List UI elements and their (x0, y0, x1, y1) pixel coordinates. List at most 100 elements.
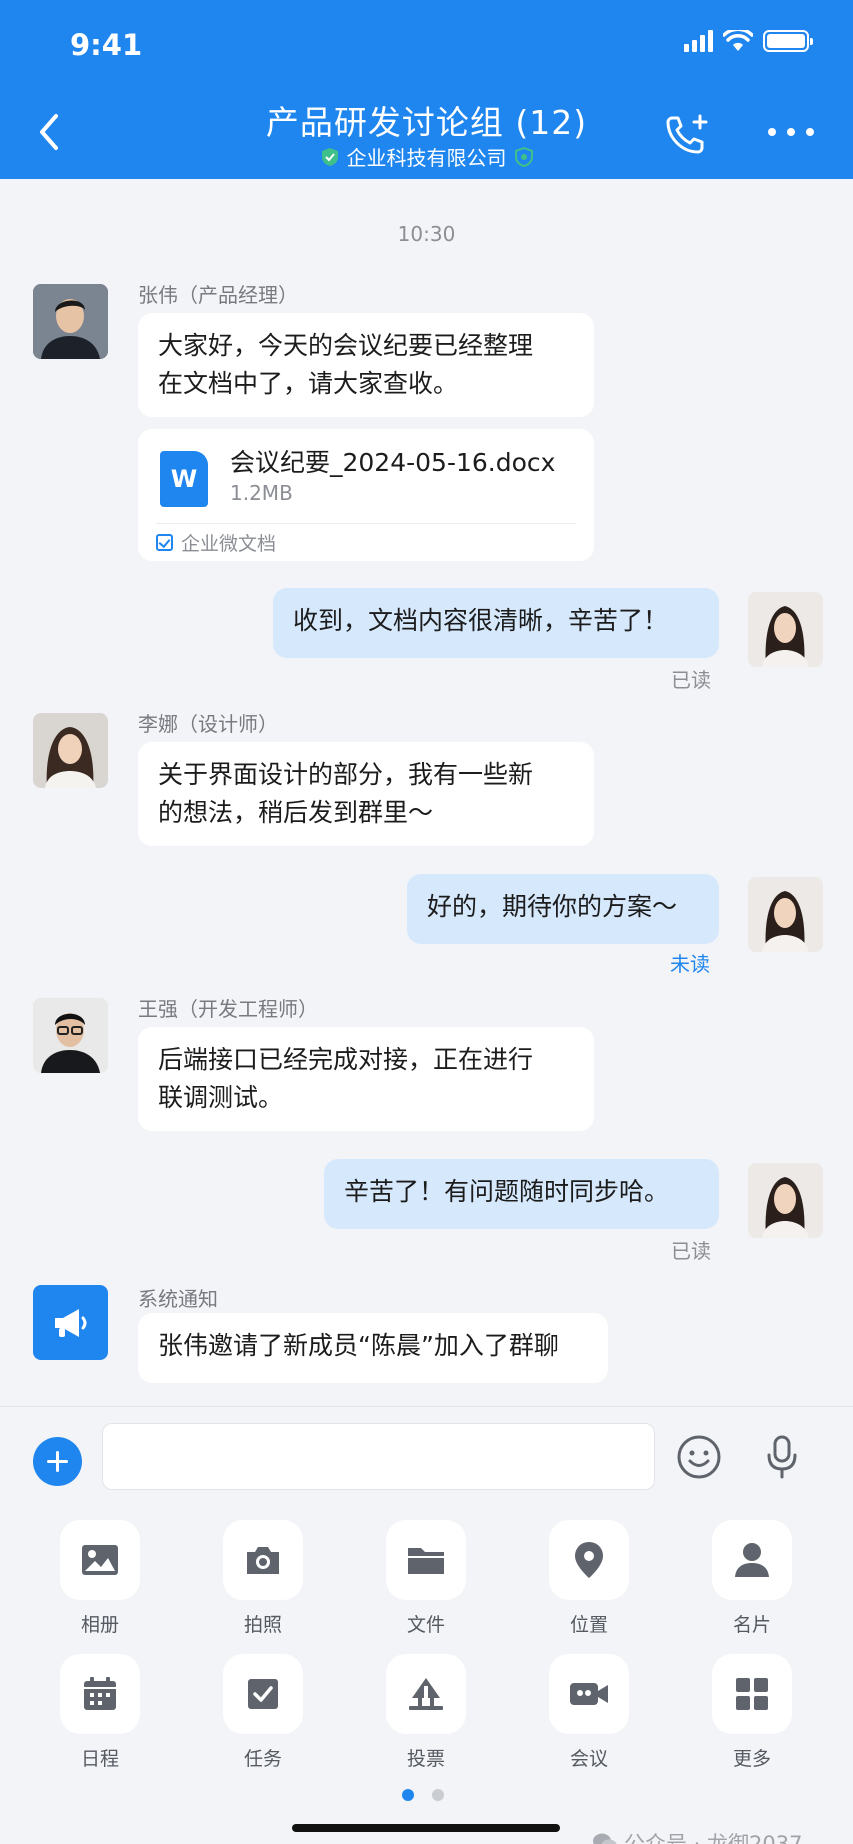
tool-tile (549, 1654, 629, 1734)
file-source: 企业微文档 (156, 529, 276, 556)
my-avatar[interactable] (748, 1163, 823, 1238)
tool-more[interactable]: 更多 (692, 1654, 812, 1771)
message-text: 联调测试。 (158, 1083, 284, 1112)
tool-contact-card[interactable]: 名片 (692, 1520, 812, 1637)
outgoing-message-bubble[interactable]: 收到，文档内容很清晰，辛苦了！ (273, 588, 719, 658)
page-indicator (402, 1789, 444, 1801)
watermark: 公众号 · 龙御2037 (592, 1828, 802, 1844)
add-attachment-button[interactable] (33, 1437, 82, 1486)
read-status: 已读 (671, 1239, 711, 1263)
group-subtitle: 企业科技有限公司 (0, 142, 853, 171)
message-time-label: 10:30 (397, 222, 456, 246)
dot-icon (806, 128, 814, 136)
tool-file[interactable]: 文件 (366, 1520, 486, 1637)
message-text: 好的，期待你的方案～ (427, 892, 678, 921)
dot-icon (787, 128, 795, 136)
message-input-bar (0, 1406, 853, 1506)
tool-tile (549, 1520, 629, 1600)
tool-label: 相册 (80, 1614, 119, 1636)
word-file-icon: W (160, 451, 208, 507)
message-bubble[interactable]: 关于界面设计的部分，我有一些新 的想法，稍后发到群里～ (138, 742, 594, 846)
message-text: 的想法，稍后发到群里～ (158, 798, 434, 827)
tool-label: 名片 (732, 1614, 771, 1636)
message-bubble[interactable]: 后端接口已经完成对接，正在进行 联调测试。 (138, 1027, 594, 1131)
person-avatar-icon (33, 284, 108, 359)
verified-shield-icon (321, 147, 338, 166)
voice-input-button[interactable] (762, 1433, 802, 1481)
organization-name: 企业科技有限公司 (346, 146, 507, 170)
add-call-button[interactable] (664, 112, 712, 158)
system-message-bubble: 张伟邀请了新成员“陈晨”加入了群聊 (138, 1313, 608, 1383)
file-name: 会议纪要_2024-05-16.docx (230, 448, 556, 477)
tool-label: 更多 (732, 1748, 771, 1770)
wifi-icon (723, 30, 753, 51)
tool-label: 任务 (243, 1748, 282, 1770)
tool-label: 拍照 (243, 1614, 282, 1636)
tool-label: 日程 (80, 1748, 119, 1770)
tool-task[interactable]: 任务 (203, 1654, 323, 1771)
outgoing-message-bubble[interactable]: 好的，期待你的方案～ (407, 874, 719, 944)
tool-tile (712, 1520, 792, 1600)
photo-album-icon (82, 1545, 118, 1575)
file-attachment-card[interactable]: W 会议纪要_2024-05-16.docx 1.2MB 企业微文档 (138, 429, 594, 561)
folder-icon (408, 1548, 444, 1574)
dot-icon (768, 128, 776, 136)
divider (156, 523, 576, 524)
more-grid-icon (736, 1678, 768, 1710)
avatar-wang-qiang[interactable] (33, 998, 108, 1073)
sender-name: 张伟（产品经理） (138, 283, 298, 307)
tool-tile (386, 1520, 466, 1600)
message-bubble[interactable]: 大家好，今天的会议纪要已经整理 在文档中了，请大家查收。 (138, 313, 594, 417)
outgoing-message-bubble[interactable]: 辛苦了！有问题随时同步哈。 (324, 1159, 719, 1229)
tool-location[interactable]: 位置 (529, 1520, 649, 1637)
message-text: 关于界面设计的部分，我有一些新 (158, 760, 534, 789)
tool-vote[interactable]: 投票 (366, 1654, 486, 1771)
sender-name: 李娜（设计师） (138, 712, 278, 736)
tool-tile (386, 1654, 466, 1734)
file-size: 1.2MB (230, 481, 293, 505)
function-panel: 相册 拍照 文件 位置 名片 日程 任务 投票 会议 更多 (0, 1506, 853, 1844)
battery-icon (763, 30, 813, 52)
verified-badge-icon (514, 146, 533, 167)
status-icons (684, 30, 813, 52)
contact-card-icon (735, 1543, 769, 1577)
avatar-li-na[interactable] (33, 713, 108, 788)
emoji-button[interactable] (676, 1434, 722, 1480)
more-options-button[interactable] (768, 122, 814, 142)
page-title: 产品研发讨论组 (12) (265, 103, 588, 142)
tool-meeting[interactable]: 会议 (529, 1654, 649, 1771)
watermark-text: 公众号 · 龙御2037 (624, 1832, 803, 1844)
message-text: 大家好，今天的会议纪要已经整理 (158, 331, 534, 360)
page-dot-active[interactable] (402, 1789, 414, 1801)
person-avatar-icon (748, 877, 823, 952)
person-avatar-icon (33, 998, 108, 1073)
tool-tile (60, 1654, 140, 1734)
chat-header: 9:41 产品研发讨论组 (12) 企业科技有限公司 (0, 0, 853, 179)
tool-tile (223, 1520, 303, 1600)
tool-label: 位置 (569, 1614, 608, 1636)
read-status: 已读 (671, 668, 711, 692)
tool-calendar[interactable]: 日程 (40, 1654, 160, 1771)
avatar-zhang-wei[interactable] (33, 284, 108, 359)
vote-icon (409, 1678, 443, 1710)
tool-label: 投票 (406, 1748, 445, 1770)
video-meeting-icon (570, 1683, 608, 1705)
person-avatar-icon (748, 1163, 823, 1238)
page-dot[interactable] (432, 1789, 444, 1801)
person-avatar-icon (33, 713, 108, 788)
message-text: 张伟邀请了新成员“陈晨”加入了群聊 (158, 1331, 559, 1360)
signal-icon (684, 30, 713, 52)
tool-label: 文件 (406, 1614, 445, 1636)
tool-photo-album[interactable]: 相册 (40, 1520, 160, 1637)
megaphone-icon (54, 1308, 86, 1337)
home-indicator[interactable] (292, 1824, 560, 1832)
system-notification-avatar (33, 1285, 108, 1360)
task-check-icon (248, 1679, 278, 1709)
tool-camera[interactable]: 拍照 (203, 1520, 323, 1637)
location-pin-icon (575, 1542, 603, 1578)
my-avatar[interactable] (748, 877, 823, 952)
tool-label: 会议 (569, 1748, 608, 1770)
my-avatar[interactable] (748, 592, 823, 667)
message-input[interactable] (102, 1423, 655, 1490)
message-text: 在文档中了，请大家查收。 (158, 369, 459, 398)
